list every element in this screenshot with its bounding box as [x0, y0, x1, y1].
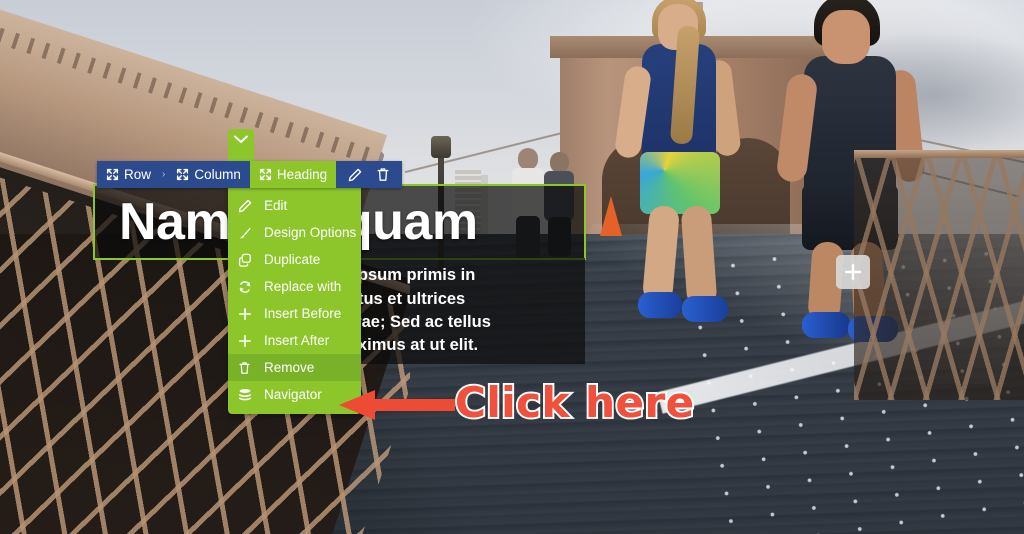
delete-trash-icon — [377, 168, 389, 181]
plus-icon — [238, 334, 260, 348]
annotation-text: Click here — [455, 378, 695, 427]
menu-item-duplicate[interactable]: Duplicate — [228, 246, 361, 273]
refresh-icon — [238, 280, 260, 294]
element-context-menu: Edit Design Options Duplicate Replace wi… — [228, 188, 361, 414]
menu-item-label: Insert After — [264, 333, 330, 348]
plus-icon — [238, 307, 260, 321]
menu-item-label: Edit — [264, 198, 288, 213]
move-arrows-icon — [177, 168, 189, 181]
chevron-down-icon — [234, 135, 248, 143]
collapse-toggle-tab[interactable] — [228, 129, 254, 163]
copy-icon — [238, 253, 260, 267]
pencil-icon — [238, 199, 260, 213]
trash-icon — [238, 361, 260, 375]
edit-pencil-icon — [348, 168, 362, 181]
breadcrumb-label: Column — [194, 167, 241, 182]
menu-item-label: Duplicate — [264, 252, 321, 267]
menu-item-label: Insert Before — [264, 306, 342, 321]
menu-item-insert-after[interactable]: Insert After — [228, 327, 361, 354]
runner-woman — [613, 0, 754, 360]
menu-item-edit[interactable]: Edit — [228, 192, 361, 219]
move-arrows-icon — [259, 168, 271, 181]
menu-item-remove[interactable]: Remove — [228, 354, 361, 381]
breadcrumb-label: Row — [124, 167, 152, 182]
menu-item-label: Replace with — [264, 279, 342, 294]
breadcrumb-separator: › — [160, 161, 168, 188]
paintbrush-icon — [238, 226, 260, 240]
menu-item-label: Remove — [264, 360, 315, 375]
menu-item-insert-before[interactable]: Insert Before — [228, 300, 361, 327]
left-arrow-icon — [339, 390, 455, 420]
toolbar-actions — [336, 161, 403, 188]
add-element-button[interactable] — [836, 255, 870, 289]
menu-item-design-options[interactable]: Design Options — [228, 219, 361, 246]
breadcrumb-item-row[interactable]: Row — [97, 161, 161, 188]
plus-icon — [844, 263, 862, 281]
breadcrumb-item-heading[interactable]: Heading — [249, 161, 337, 188]
breadcrumb-label: Heading — [276, 167, 328, 182]
breadcrumb-item-column[interactable]: Column — [167, 161, 250, 188]
move-arrows-icon — [106, 168, 119, 181]
builder-canvas: Nam…et quam …um ante ipsum primis in …s … — [0, 0, 1024, 534]
layers-icon — [238, 388, 260, 402]
bridge-railing-rail — [854, 150, 1024, 158]
menu-item-label: Navigator — [264, 387, 322, 402]
menu-item-replace-with[interactable]: Replace with — [228, 273, 361, 300]
delete-trash-button[interactable] — [376, 167, 390, 182]
element-breadcrumb-toolbar: Row › Column Heading — [97, 161, 403, 188]
edit-pencil-button[interactable] — [348, 168, 362, 182]
annotation-arrow — [337, 388, 457, 427]
menu-item-label: Design Options — [264, 225, 357, 240]
bridge-railing-right — [854, 150, 1024, 400]
